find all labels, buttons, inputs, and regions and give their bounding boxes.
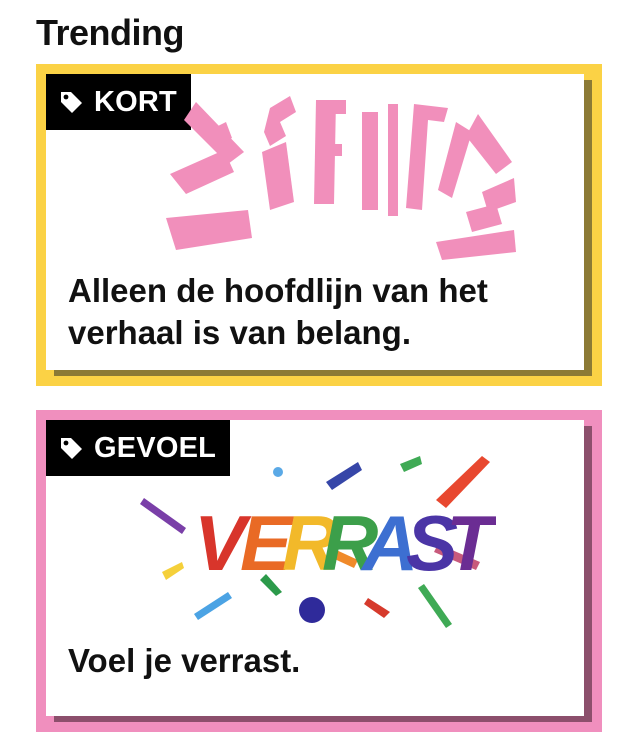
card-illustration bbox=[166, 96, 516, 260]
trending-card-gevoel[interactable]: GEVOEL V E R R A S T Voel je verrast. bbox=[36, 410, 602, 732]
card-description: Alleen de hoofdlijn van het verhaal is v… bbox=[68, 272, 488, 351]
section-title: Trending bbox=[36, 12, 185, 53]
trending-card-kort[interactable]: KORT Alleen de hoofdlijn van het verhaal… bbox=[36, 64, 602, 386]
card-description: Voel je verrast. bbox=[68, 642, 301, 679]
svg-text:T: T bbox=[446, 499, 496, 587]
tag-icon bbox=[61, 438, 82, 459]
tag-label: KORT bbox=[94, 85, 177, 118]
tag-icon bbox=[61, 92, 82, 113]
card-illustration: V E R R A S T bbox=[140, 456, 496, 628]
card-body: KORT Alleen de hoofdlijn van het verhaal… bbox=[46, 74, 584, 370]
card-body: GEVOEL V E R R A S T Voel je verrast. bbox=[46, 420, 584, 716]
